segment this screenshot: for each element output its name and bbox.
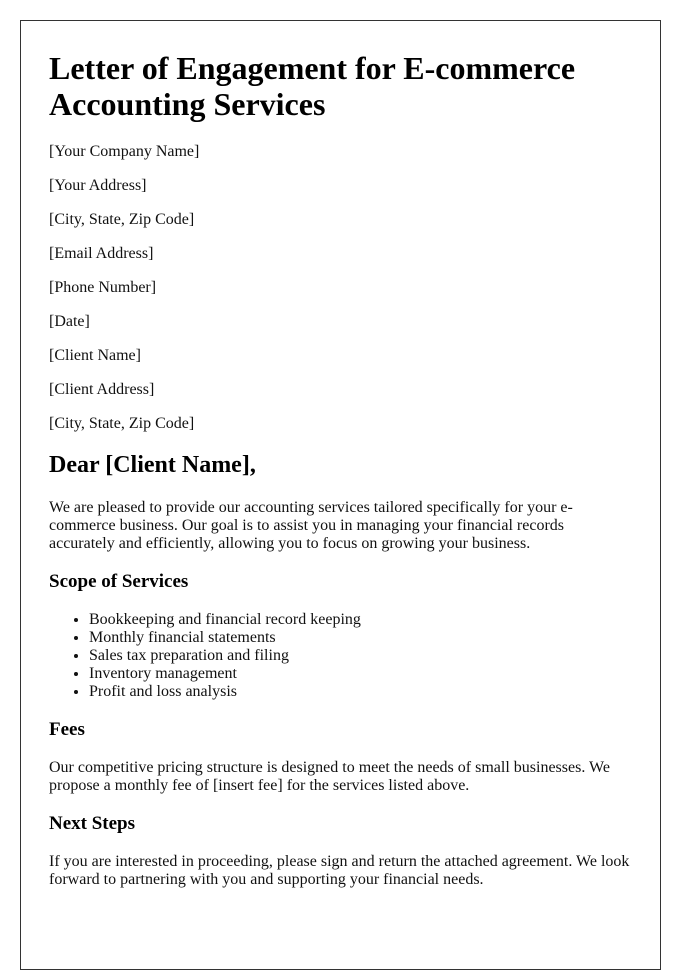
fees-heading: Fees [49, 719, 85, 740]
sender-city-state-zip: [City, State, Zip Code] [49, 211, 195, 228]
sender-company-name: [Your Company Name] [49, 143, 200, 160]
recipient-city-state-zip: [City, State, Zip Code] [49, 415, 195, 432]
scope-heading: Scope of Services [49, 571, 189, 592]
letter-date: [Date] [49, 313, 90, 330]
list-item: Monthly financial statements [89, 629, 632, 647]
list-item: Inventory management [89, 665, 632, 683]
list-item: Sales tax preparation and filing [89, 647, 632, 665]
sender-block: [Your Company Name] [Your Address] [City… [49, 143, 632, 433]
sender-address: [Your Address] [49, 177, 147, 194]
salutation: Dear [Client Name], [49, 452, 256, 478]
recipient-address: [Client Address] [49, 381, 155, 398]
list-item: Profit and loss analysis [89, 683, 632, 701]
list-item: Bookkeeping and financial record keeping [89, 611, 632, 629]
intro-paragraph: We are pleased to provide our accounting… [49, 499, 573, 552]
letter-container: Letter of Engagement for E-commerce Acco… [20, 20, 661, 970]
next-steps-paragraph: If you are interested in proceeding, ple… [49, 853, 630, 888]
next-steps-heading: Next Steps [49, 813, 136, 834]
fees-paragraph: Our competitive pricing structure is des… [49, 759, 610, 794]
scope-list: Bookkeeping and financial record keeping… [49, 611, 632, 701]
letter-title: Letter of Engagement for E-commerce Acco… [49, 50, 576, 122]
sender-email: [Email Address] [49, 245, 154, 262]
recipient-name: [Client Name] [49, 347, 141, 364]
sender-phone: [Phone Number] [49, 279, 157, 296]
